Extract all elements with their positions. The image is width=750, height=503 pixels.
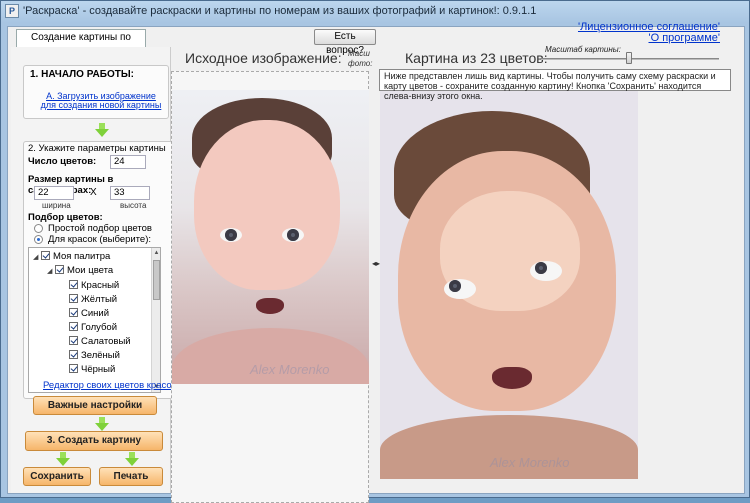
mouth: [492, 367, 532, 389]
checkbox[interactable]: [69, 280, 78, 289]
checkbox[interactable]: [69, 336, 78, 345]
colors-count-label: Число цветов:: [28, 156, 97, 167]
scale-slider-thumb[interactable]: [626, 52, 632, 64]
tree-root[interactable]: ◢ Моя палитра: [33, 250, 110, 263]
height-caption: высота: [120, 201, 147, 210]
tab-create-painting[interactable]: Создание картины по номерам: [16, 29, 146, 59]
scroll-thumb[interactable]: [153, 260, 160, 300]
color-select-label: Подбор цветов:: [28, 212, 103, 223]
help-button[interactable]: Есть вопрос?: [314, 29, 376, 56]
color-item[interactable]: Голубой: [69, 321, 160, 334]
color-name: Красный: [81, 280, 120, 291]
result-title: Картина из 23 цветов:: [405, 50, 548, 66]
source-image-title: Исходное изображение:: [185, 50, 342, 66]
checkbox[interactable]: [69, 308, 78, 317]
color-item[interactable]: Чёрный: [69, 363, 160, 376]
arrow-down-icon: [95, 123, 109, 137]
start-group: 1. НАЧАЛО РАБОТЫ: А. Загрузить изображен…: [23, 65, 169, 119]
arrow-down-icon: [56, 452, 70, 466]
watermark: Alex Morenko: [250, 362, 330, 377]
splitter-icon[interactable]: ◂▸: [372, 259, 380, 268]
color-name: Жёлтый: [81, 294, 118, 305]
color-name: Зелёный: [81, 350, 120, 361]
scroll-up-icon[interactable]: ▲: [153, 249, 160, 257]
step1-title: 1. НАЧАЛО РАБОТЫ:: [30, 69, 134, 80]
tree-scrollbar[interactable]: ▲ ▼: [151, 248, 160, 392]
watermark: Alex Morenko: [490, 455, 570, 470]
color-name: Чёрный: [81, 364, 116, 375]
triangle-down-icon[interactable]: ◢: [47, 265, 55, 278]
times-sign: X: [90, 187, 97, 198]
params-group: 2. Укажите параметры картины Число цвето…: [23, 141, 173, 399]
important-settings-button[interactable]: Важные настройки: [33, 396, 157, 415]
eye: [220, 228, 242, 242]
simple-colors-radio[interactable]: [34, 224, 43, 233]
arrow-down-icon: [125, 452, 139, 466]
result-painting: Alex Morenko: [380, 91, 638, 479]
create-painting-button[interactable]: 3. Создать картину: [25, 431, 163, 451]
color-item[interactable]: Жёлтый: [69, 293, 160, 306]
app-icon: P: [5, 4, 19, 18]
eye: [282, 228, 304, 242]
tree-group[interactable]: ◢ Мои цвета: [47, 264, 113, 277]
title-bar: P 'Раскраска' - создавайте раскраски и к…: [1, 1, 750, 23]
mouth: [256, 298, 284, 314]
color-item[interactable]: Красный: [69, 279, 160, 292]
checkbox[interactable]: [69, 350, 78, 359]
about-link[interactable]: 'О программе': [578, 33, 721, 44]
step2-title: 2. Укажите параметры картины: [28, 143, 166, 154]
height-input[interactable]: 33: [110, 186, 150, 200]
tree-root-label: Моя палитра: [53, 251, 111, 262]
checkbox[interactable]: [69, 294, 78, 303]
arrow-down-icon: [95, 417, 109, 431]
width-input[interactable]: 22: [34, 186, 74, 200]
scale-label: Масштаб картины:: [545, 45, 621, 54]
face: [194, 120, 340, 290]
load-image-link[interactable]: А. Загрузить изображение для создания но…: [38, 92, 164, 110]
color-editor-link[interactable]: Редактор своих цветов красок: [43, 380, 176, 391]
app-window: P 'Раскраска' - создавайте раскраски и к…: [0, 0, 750, 503]
color-item[interactable]: Салатовый: [69, 335, 160, 348]
checkbox[interactable]: [69, 364, 78, 373]
checkbox[interactable]: [69, 322, 78, 331]
paints-label: Для красок (выберите):: [48, 234, 151, 245]
color-name: Салатовый: [81, 336, 131, 347]
color-item[interactable]: Синий: [69, 307, 160, 320]
source-photo: Alex Morenko: [172, 90, 369, 384]
color-name: Голубой: [81, 322, 118, 333]
palette-tree[interactable]: ◢ Моя палитра ◢ Мои цвета Красный Жёлтый С…: [28, 247, 161, 393]
width-caption: ширина: [42, 201, 71, 210]
top-links: 'Лицензионное соглашение' 'О программе': [578, 22, 720, 44]
print-button[interactable]: Печать: [99, 467, 163, 486]
save-button[interactable]: Сохранить: [23, 467, 91, 486]
checkbox[interactable]: [55, 265, 64, 274]
color-name: Синий: [81, 308, 110, 319]
triangle-down-icon[interactable]: ◢: [33, 251, 41, 264]
checkbox[interactable]: [41, 251, 50, 260]
paints-radio[interactable]: [34, 235, 43, 244]
eye: [444, 279, 476, 299]
color-item[interactable]: Зелёный: [69, 349, 160, 362]
preview-tooltip: Ниже представлен лишь вид картины. Чтобы…: [379, 69, 731, 101]
left-panel: 1. НАЧАЛО РАБОТЫ: А. Загрузить изображен…: [11, 47, 176, 493]
eye: [530, 261, 562, 281]
source-scale-label: Масш фото:: [348, 49, 373, 68]
tree-group-label: Мои цвета: [67, 265, 114, 276]
window-title: 'Раскраска' - создавайте раскраски и кар…: [23, 5, 537, 17]
simple-colors-label: Простой подбор цветов: [48, 223, 152, 234]
colors-count-input[interactable]: 24: [110, 155, 146, 169]
